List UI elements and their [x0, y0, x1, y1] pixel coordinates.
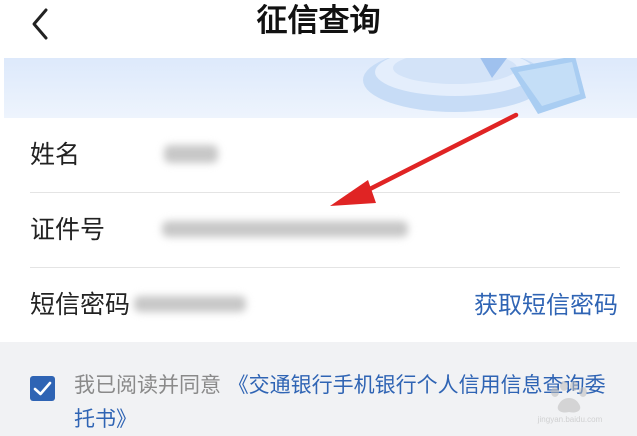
sms-code-input-blurred[interactable]: [134, 296, 246, 312]
name-value-blurred: [164, 145, 218, 163]
watermark-text: jingyan.baidu.com: [537, 415, 603, 424]
sms-code-row: 短信密码 获取短信密码: [30, 268, 620, 342]
name-label: 姓名: [30, 140, 81, 169]
sms-code-label: 短信密码: [30, 290, 131, 319]
page-title: 征信查询: [256, 3, 381, 39]
banner: [4, 58, 637, 118]
shield-illustration-icon: [363, 58, 586, 114]
agreement-checkbox[interactable]: [30, 376, 55, 401]
query-form: 姓名 证件号 短信密码 获取短信密码: [0, 118, 637, 342]
name-row: 姓名: [30, 118, 620, 192]
id-number-row: 证件号: [30, 193, 620, 267]
top-nav-bar: 征信查询: [0, 0, 637, 50]
baidu-jingyan-watermark-icon: jingyan.baidu.com: [537, 381, 603, 424]
id-number-value-blurred: [162, 221, 408, 237]
get-sms-code-button[interactable]: 获取短信密码: [474, 268, 618, 342]
id-number-label: 证件号: [30, 215, 106, 244]
agreement-prefix: 我已阅读并同意: [74, 373, 221, 397]
checkmark-icon: [33, 381, 52, 396]
credit-query-page: 征信查询 姓名 证件号 短信密码 获取短信密码 我已阅读并同意 《交通银行手机银…: [0, 0, 637, 436]
